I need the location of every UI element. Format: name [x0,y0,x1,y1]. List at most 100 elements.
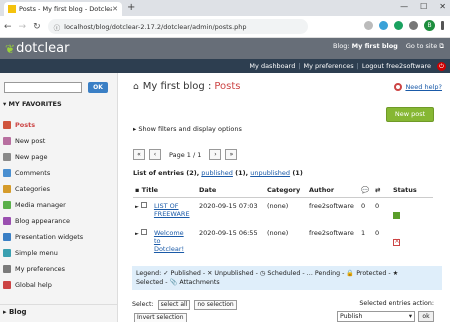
posts-icon [3,121,11,129]
row-checkbox[interactable] [140,228,147,235]
star-icon[interactable] [364,21,373,30]
back-icon[interactable]: ← [4,22,12,32]
minimize-icon[interactable]: — [400,2,408,11]
next-page-button[interactable]: › [209,149,222,160]
menu-search-input[interactable] [4,82,82,93]
preferences-icon [3,265,11,273]
home-icon[interactable]: ⌂ [133,82,139,92]
extension-icon[interactable] [379,21,388,30]
post-category: (none) [267,228,289,237]
post-date: 2020-09-15 06:55 [199,228,258,237]
col-category[interactable]: Category [265,183,307,198]
select-all-button[interactable]: select all [157,300,191,310]
post-title-link[interactable]: Welcome to Dotclear! [154,229,192,253]
chevron-down-icon: ▾ [408,313,412,320]
table-row: ► Welcome to Dotclear! 2020-09-15 06:55 … [133,225,433,257]
col-author[interactable]: Author [307,183,359,198]
post-author: free2software [309,228,354,237]
col-comments[interactable]: 💬 [359,183,373,198]
url-field[interactable]: ⓘ localhost/blog/dotclear-2.17.2/dotclea… [47,19,308,34]
sidebar-item-blog-appearance[interactable]: Blog appearance [0,213,117,229]
external-link-icon: ⧉ [439,42,444,50]
sidebar-item-categories[interactable]: Categories [0,181,117,197]
sidebar-item-new-post[interactable]: New post [0,133,117,149]
new-post-icon [3,137,11,145]
table-row: ► LIST OF FREEWARE 2020-09-15 07:03 (non… [133,197,433,225]
close-window-icon[interactable]: ✕ [439,2,446,11]
first-page-button[interactable]: « [133,149,145,160]
post-title-link[interactable]: LIST OF FREEWARE [154,202,192,218]
lifebuoy-icon [394,83,403,91]
url-text: localhost/blog/dotclear-2.17.2/dotclear/… [64,22,247,31]
info-icon[interactable]: ⓘ [54,22,61,32]
sidebar-item-global-help[interactable]: Global help [0,277,117,293]
legend-line: Selected - 📎 Attachments [136,279,220,286]
sidebar-item-comments[interactable]: Comments [0,165,117,181]
sidebar-item-media-manager[interactable]: Media manager [0,197,117,213]
sidebar-item-posts[interactable]: Posts [0,117,117,133]
selection-controls: Select: select all no selection Invert s… [132,300,434,322]
show-filters-toggle[interactable]: ▸ Show filters and display options [133,125,242,133]
unpublished-icon [393,237,400,246]
prev-page-button[interactable]: ‹ [149,149,161,160]
leaf-icon: ❦ [5,41,16,56]
dotclear-favicon-icon [8,5,16,13]
need-help-link[interactable]: Need help? [394,83,442,91]
post-trackbacks: 0 [375,201,380,210]
row-checkbox[interactable] [140,201,147,208]
col-status[interactable]: Status [391,183,433,198]
action-select[interactable]: Publish ▾ [337,311,415,322]
favorites-menu: Posts New post New page Comments Categor… [0,117,117,293]
extensions: B [364,20,444,31]
close-tab-icon[interactable]: ✕ [112,5,118,13]
breadcrumb-blog[interactable]: My first blog [143,81,205,92]
legend-box: Legend: ✓ Published - ✕ Unpublished - ◷ … [132,266,442,290]
expand-icon[interactable]: ► [135,231,139,237]
invert-selection-button[interactable]: Invert selection [134,313,187,322]
extension-icon[interactable] [394,21,403,30]
col-trackbacks[interactable]: ⇄ [373,183,391,198]
trackback-icon: ⇄ [375,185,381,194]
published-icon [393,211,400,219]
my-dashboard-link[interactable]: My dashboard [249,62,295,70]
menu-icon [3,249,11,257]
forward-icon[interactable]: → [19,22,27,32]
sidebar-item-my-preferences[interactable]: My preferences [0,261,117,277]
last-page-button[interactable]: » [225,149,238,160]
unpublished-filter-link[interactable]: unpublished [250,169,290,177]
action-label: Selected entries action: [359,300,434,307]
new-page-icon [3,153,11,161]
sidebar-item-presentation-widgets[interactable]: Presentation widgets [0,229,117,245]
expand-icon[interactable]: ► [135,204,139,210]
action-ok-button[interactable]: ok [418,311,434,322]
comments-icon [3,169,11,177]
col-title[interactable]: ▪ Title [133,183,197,198]
dotclear-logo[interactable]: ❦ dotclear [5,41,69,56]
post-trackbacks: 0 [375,228,380,237]
blog-section-heading[interactable]: ▸ Blog [0,304,117,318]
my-preferences-link[interactable]: My preferences [304,62,354,70]
col-date[interactable]: Date [197,183,265,198]
blog-selector[interactable]: Blog: My first blog [333,42,398,51]
maximize-icon[interactable]: ☐ [420,2,427,11]
profile-avatar[interactable]: B [424,20,435,31]
go-to-site-link[interactable]: Go to site ⧉ [406,42,444,51]
sidebar-item-simple-menu[interactable]: Simple menu [0,245,117,261]
puzzle-icon[interactable] [409,21,418,30]
appearance-icon [3,217,11,225]
logout-link[interactable]: Logout free2software [362,62,431,70]
power-icon[interactable]: ⏻ [437,61,446,71]
new-tab-icon[interactable]: + [127,2,135,13]
post-comments: 0 [361,201,366,210]
favorites-heading[interactable]: ▾ MY FAVORITES [3,100,62,108]
search-ok-button[interactable]: OK [88,82,108,93]
no-selection-button[interactable]: no selection [194,300,237,310]
breadcrumb: ⌂ My first blog : Posts [133,81,241,92]
menu-icon[interactable] [441,21,444,30]
published-filter-link[interactable]: published [201,169,233,177]
new-post-button[interactable]: New post [386,107,434,122]
browser-tab[interactable]: Posts - My first blog - Dotclear ✕ [4,2,122,16]
reload-icon[interactable]: ↻ [33,22,41,32]
browser-tabbar: Posts - My first blog - Dotclear ✕ + — ☐… [0,0,450,16]
sidebar-item-new-page[interactable]: New page [0,149,117,165]
